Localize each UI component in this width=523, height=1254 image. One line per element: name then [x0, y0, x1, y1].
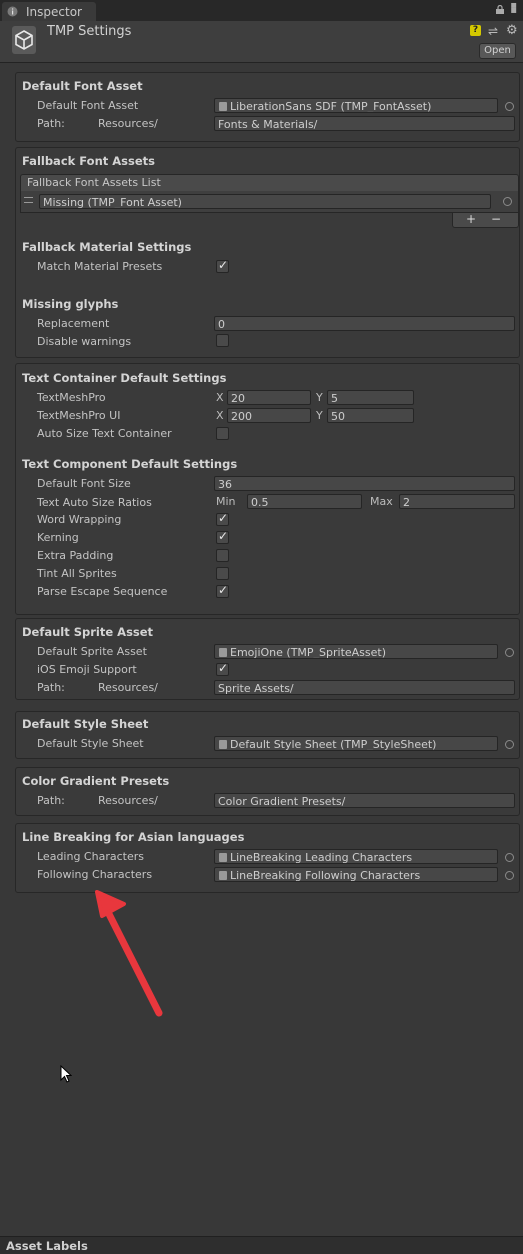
asset-labels-title: Asset Labels [6, 1239, 88, 1253]
annotation-arrow [95, 890, 163, 1017]
asset-labels-bar[interactable]: Asset Labels [0, 1236, 523, 1254]
mouse-cursor-icon [60, 1065, 72, 1083]
